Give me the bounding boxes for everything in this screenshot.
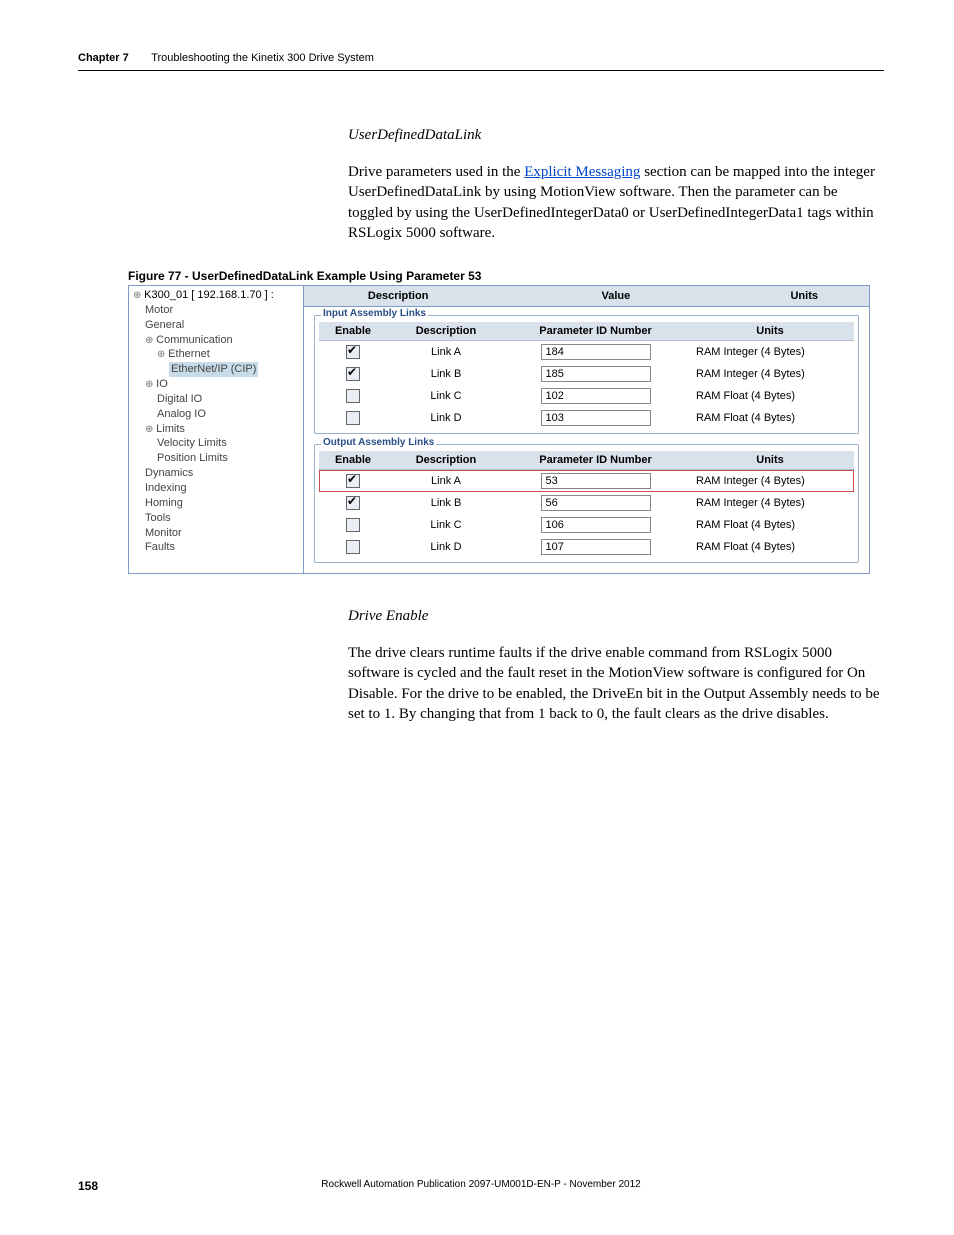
tree-monitor[interactable]: Monitor (145, 526, 301, 541)
enable-checkbox[interactable] (346, 389, 360, 403)
link-description: Link A (387, 341, 505, 364)
units-value: RAM Integer (4 Bytes) (686, 470, 854, 493)
tree-indexing[interactable]: Indexing (145, 481, 301, 496)
section-heading-drive-enable: Drive Enable (348, 608, 884, 625)
tree-communication[interactable]: Communication Ethernet EtherNet/IP (CIP) (145, 333, 301, 378)
group-label-output: Output Assembly Links (321, 437, 436, 448)
parameter-id-input[interactable]: 185 (541, 366, 651, 382)
enable-checkbox[interactable] (346, 496, 360, 510)
col-units: Units (739, 286, 869, 306)
tree-homing[interactable]: Homing (145, 496, 301, 511)
table-row: Link A 53 RAM Integer (4 Bytes) (319, 470, 854, 493)
right-panel: Description Value Units Input Assembly L… (304, 286, 869, 573)
link-description: Link B (387, 363, 505, 385)
units-value: RAM Integer (4 Bytes) (686, 492, 854, 514)
page-header: Chapter 7 Troubleshooting the Kinetix 30… (78, 48, 884, 71)
th-enable: Enable (319, 322, 387, 341)
units-value: RAM Integer (4 Bytes) (686, 341, 854, 364)
paragraph-drive-enable: The drive clears runtime faults if the d… (348, 643, 884, 724)
parameter-id-input[interactable]: 106 (541, 517, 651, 533)
th-enable: Enable (319, 451, 387, 470)
units-value: RAM Float (4 Bytes) (686, 514, 854, 536)
table-row: Link C 106 RAM Float (4 Bytes) (319, 514, 854, 536)
parameter-id-input[interactable]: 184 (541, 344, 651, 360)
tree-io[interactable]: IO Digital IO Analog IO (145, 377, 301, 422)
tree-root[interactable]: K300_01 [ 192.168.1.70 ] : (133, 289, 274, 301)
tree-tools[interactable]: Tools (145, 511, 301, 526)
link-description: Link C (387, 385, 505, 407)
enable-checkbox[interactable] (346, 345, 360, 359)
table-row: Link C 102 RAM Float (4 Bytes) (319, 385, 854, 407)
tree-faults[interactable]: Faults (145, 540, 301, 555)
th-parameter-id: Parameter ID Number (505, 322, 686, 341)
tree-ethernet[interactable]: Ethernet EtherNet/IP (CIP) (157, 347, 301, 377)
explicit-messaging-link[interactable]: Explicit Messaging (524, 164, 640, 180)
page-footer: 158 Rockwell Automation Publication 2097… (78, 1179, 884, 1193)
parameter-id-input[interactable]: 53 (541, 473, 651, 489)
group-label-input: Input Assembly Links (321, 308, 428, 319)
figure-77-screenshot: K300_01 [ 192.168.1.70 ] : Motor General… (128, 285, 870, 574)
tree-position-limits[interactable]: Position Limits (157, 451, 301, 466)
chapter-label: Chapter 7 (78, 52, 129, 64)
th-units: Units (686, 322, 854, 341)
th-description: Description (387, 322, 505, 341)
para-text-pre: Drive parameters used in the (348, 164, 524, 180)
enable-checkbox[interactable] (346, 518, 360, 532)
input-assembly-links-group: Input Assembly Links Enable Description … (314, 315, 859, 434)
enable-checkbox[interactable] (346, 540, 360, 554)
link-description: Link C (387, 514, 505, 536)
th-parameter-id: Parameter ID Number (505, 451, 686, 470)
units-value: RAM Float (4 Bytes) (686, 536, 854, 558)
link-description: Link B (387, 492, 505, 514)
section-heading-userdefineddatalink: UserDefinedDataLink (348, 127, 884, 144)
figure-caption: Figure 77 - UserDefinedDataLink Example … (128, 269, 884, 283)
output-assembly-links-group: Output Assembly Links Enable Description… (314, 444, 859, 563)
enable-checkbox[interactable] (346, 367, 360, 381)
link-description: Link D (387, 536, 505, 558)
link-description: Link D (387, 407, 505, 429)
col-value: Value (492, 286, 739, 306)
panel-header-row: Description Value Units (304, 286, 869, 307)
tree-analog-io[interactable]: Analog IO (157, 407, 301, 422)
parameter-id-input[interactable]: 102 (541, 388, 651, 404)
parameter-id-input[interactable]: 107 (541, 539, 651, 555)
chapter-title: Troubleshooting the Kinetix 300 Drive Sy… (151, 52, 374, 64)
units-value: RAM Float (4 Bytes) (686, 407, 854, 429)
paragraph-explicit-messaging: Drive parameters used in the Explicit Me… (348, 162, 884, 243)
tree-general[interactable]: General (145, 318, 301, 333)
output-links-table: Enable Description Parameter ID Number U… (319, 451, 854, 558)
table-row: Link D 107 RAM Float (4 Bytes) (319, 536, 854, 558)
tree-dynamics[interactable]: Dynamics (145, 466, 301, 481)
link-description: Link A (387, 470, 505, 493)
input-links-table: Enable Description Parameter ID Number U… (319, 322, 854, 429)
tree-motor[interactable]: Motor (145, 303, 301, 318)
table-row: Link A 184 RAM Integer (4 Bytes) (319, 341, 854, 364)
units-value: RAM Float (4 Bytes) (686, 385, 854, 407)
table-row: Link B 185 RAM Integer (4 Bytes) (319, 363, 854, 385)
enable-checkbox[interactable] (346, 474, 360, 488)
publication-info: Rockwell Automation Publication 2097-UM0… (78, 1179, 884, 1190)
parameter-id-input[interactable]: 56 (541, 495, 651, 511)
th-units: Units (686, 451, 854, 470)
tree-digital-io[interactable]: Digital IO (157, 392, 301, 407)
units-value: RAM Integer (4 Bytes) (686, 363, 854, 385)
table-row: Link D 103 RAM Float (4 Bytes) (319, 407, 854, 429)
nav-tree: K300_01 [ 192.168.1.70 ] : Motor General… (129, 286, 304, 573)
tree-velocity-limits[interactable]: Velocity Limits (157, 436, 301, 451)
tree-ethernet-ip-cip[interactable]: EtherNet/IP (CIP) (169, 362, 301, 377)
tree-limits[interactable]: Limits Velocity Limits Position Limits (145, 422, 301, 467)
enable-checkbox[interactable] (346, 411, 360, 425)
parameter-id-input[interactable]: 103 (541, 410, 651, 426)
col-description: Description (304, 286, 492, 306)
th-description: Description (387, 451, 505, 470)
table-row: Link B 56 RAM Integer (4 Bytes) (319, 492, 854, 514)
